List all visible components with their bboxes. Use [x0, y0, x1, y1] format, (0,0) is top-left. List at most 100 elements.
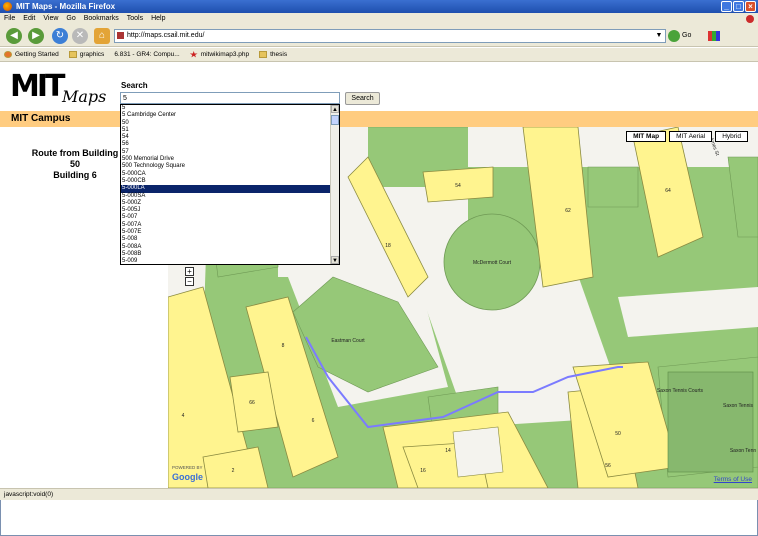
- window-controls: _ □ ×: [721, 1, 756, 12]
- site-favicon-icon: [117, 32, 124, 39]
- building-number: 2: [232, 468, 235, 474]
- building-number: 66: [249, 400, 255, 406]
- menu-view[interactable]: View: [43, 13, 58, 25]
- bookmark-thesis[interactable]: thesis: [259, 48, 287, 61]
- map-type-mit-map[interactable]: MIT Map: [626, 131, 667, 142]
- getting-started-icon: [4, 51, 12, 58]
- go-button-label[interactable]: Go: [682, 30, 691, 42]
- url-dropdown-icon[interactable]: ▼: [653, 30, 665, 42]
- suggestion-item[interactable]: 5-000Z: [121, 200, 339, 207]
- route-description: Route from Building 50 Building 6: [30, 148, 120, 181]
- search-button[interactable]: Search: [345, 92, 380, 105]
- label-eastman-court: Eastman Court: [331, 338, 365, 344]
- star-icon: [189, 51, 198, 58]
- status-bar: javascript:void(0): [0, 488, 758, 500]
- suggestion-item[interactable]: 5-000CB: [121, 178, 339, 185]
- page-content: MIT Maps Search Search MIT Campus Route …: [0, 63, 758, 488]
- menu-bookmarks[interactable]: Bookmarks: [84, 13, 119, 25]
- back-icon[interactable]: ◀: [6, 28, 22, 44]
- suggestion-item[interactable]: 51: [121, 127, 339, 134]
- bookmark-getting-started[interactable]: Getting Started: [4, 48, 59, 61]
- saxon-tennis-courts: [667, 371, 754, 473]
- label-saxon-tennis-courts: Saxon Tennis Courts: [657, 388, 704, 394]
- bookmark-mitwikimap[interactable]: mitwikimap3.php: [189, 48, 249, 61]
- bookmarks-toolbar: Getting Started graphics 6.831 - GR4: Co…: [0, 48, 758, 536]
- home-icon[interactable]: ⌂: [94, 28, 110, 44]
- menu-file[interactable]: File: [4, 13, 15, 25]
- bookmark-6831[interactable]: 6.831 - GR4: Compu...: [0, 48, 758, 536]
- building-number: 8: [282, 343, 285, 349]
- address-bar[interactable]: http://maps.csail.mit.edu/: [114, 29, 666, 43]
- building-number: 6: [312, 418, 315, 424]
- menu-bar: File Edit View Go Bookmarks Tools Help: [0, 13, 758, 25]
- scroll-up-icon[interactable]: ▲: [331, 105, 339, 113]
- map-type-mit-aerial[interactable]: MIT Aerial: [669, 131, 713, 142]
- suggestion-item[interactable]: 5-007E: [121, 229, 339, 236]
- powered-by-label: POWERED BY: [172, 465, 203, 470]
- map-courtyard: [452, 426, 504, 478]
- suggestion-item[interactable]: 5-007: [121, 214, 339, 221]
- search-input[interactable]: [120, 92, 340, 104]
- zoom-out-icon[interactable]: −: [185, 277, 194, 286]
- folder-icon: [259, 51, 268, 58]
- zoom-in-icon[interactable]: +: [185, 267, 194, 276]
- stop-icon[interactable]: [746, 15, 754, 23]
- suggestion-item[interactable]: 5-008A: [121, 244, 339, 251]
- dropdown-scrollbar[interactable]: ▲ ▼: [330, 105, 339, 264]
- building-number: 54: [455, 183, 461, 189]
- reload-icon[interactable]: ↻: [52, 28, 68, 44]
- suggestion-item-selected[interactable]: 5-000LA: [121, 185, 339, 193]
- suggestion-item[interactable]: 5-005J: [121, 207, 339, 214]
- suggestion-item[interactable]: 500 Technology Square: [121, 163, 339, 170]
- building-number: 4: [182, 413, 185, 419]
- menu-help[interactable]: Help: [151, 13, 165, 25]
- suggestion-item[interactable]: 5-000SA: [121, 193, 339, 200]
- suggestion-item[interactable]: 57: [121, 149, 339, 156]
- suggestion-item[interactable]: 5-007A: [121, 222, 339, 229]
- suggestion-item[interactable]: 5: [121, 105, 339, 112]
- suggestion-item[interactable]: 5 Cambridge Center: [121, 112, 339, 119]
- suggestion-item[interactable]: 56: [121, 141, 339, 148]
- terms-of-use-link[interactable]: Terms of Use: [714, 476, 752, 483]
- map-lawn: [587, 166, 639, 208]
- building-number: 16: [420, 468, 426, 474]
- building-number: 64: [665, 188, 671, 194]
- scroll-down-icon[interactable]: ▼: [331, 256, 339, 264]
- building-number: 62: [565, 208, 571, 214]
- bookmark-graphics[interactable]: graphics: [68, 48, 104, 61]
- suggestion-item[interactable]: 5-000CA: [121, 171, 339, 178]
- map-type-selector: MIT Map MIT Aerial Hybrid: [626, 131, 748, 142]
- suggestion-item[interactable]: 54: [121, 134, 339, 141]
- campus-bar: MIT Campus: [0, 111, 758, 127]
- suggestion-item[interactable]: 5-009: [121, 258, 339, 264]
- suggestion-item[interactable]: 5-008: [121, 236, 339, 243]
- google-logo[interactable]: Google: [172, 472, 203, 482]
- search-suggestions-dropdown[interactable]: 5 5 Cambridge Center 50 51 54 56 57 500 …: [120, 104, 340, 265]
- go-icon[interactable]: [668, 30, 680, 42]
- maximize-icon[interactable]: □: [733, 1, 744, 12]
- url-text: http://maps.csail.mit.edu/: [127, 32, 205, 39]
- building-number: 18: [385, 243, 391, 249]
- map-type-hybrid[interactable]: Hybrid: [715, 131, 748, 142]
- stop-load-icon[interactable]: ✕: [72, 28, 88, 44]
- suggestion-item[interactable]: 500 Memorial Drive: [121, 156, 339, 163]
- scroll-thumb[interactable]: [331, 115, 339, 125]
- suggestion-item[interactable]: 50: [121, 120, 339, 127]
- campus-title: MIT Campus: [11, 113, 71, 124]
- menu-go[interactable]: Go: [66, 13, 75, 25]
- route-line-1: Route from Building 50: [31, 148, 119, 169]
- status-text: javascript:void(0): [4, 491, 54, 498]
- label-saxon-tennis: Saxon Tennis: [723, 403, 753, 409]
- search-engine-icon[interactable]: [708, 31, 720, 41]
- minimize-icon[interactable]: _: [721, 1, 732, 12]
- logo-maps: Maps: [62, 87, 107, 106]
- search-label: Search: [121, 81, 148, 90]
- route-line-2: Building 6: [53, 170, 97, 180]
- menu-tools[interactable]: Tools: [127, 13, 143, 25]
- label-saxon-tenn: Saxon Tenn: [730, 448, 757, 454]
- menu-edit[interactable]: Edit: [23, 13, 35, 25]
- suggestion-item[interactable]: 5-008B: [121, 251, 339, 258]
- window-titlebar: MIT Maps - Mozilla Firefox _ □ ×: [0, 0, 758, 13]
- close-icon[interactable]: ×: [745, 1, 756, 12]
- forward-icon[interactable]: ▶: [28, 28, 44, 44]
